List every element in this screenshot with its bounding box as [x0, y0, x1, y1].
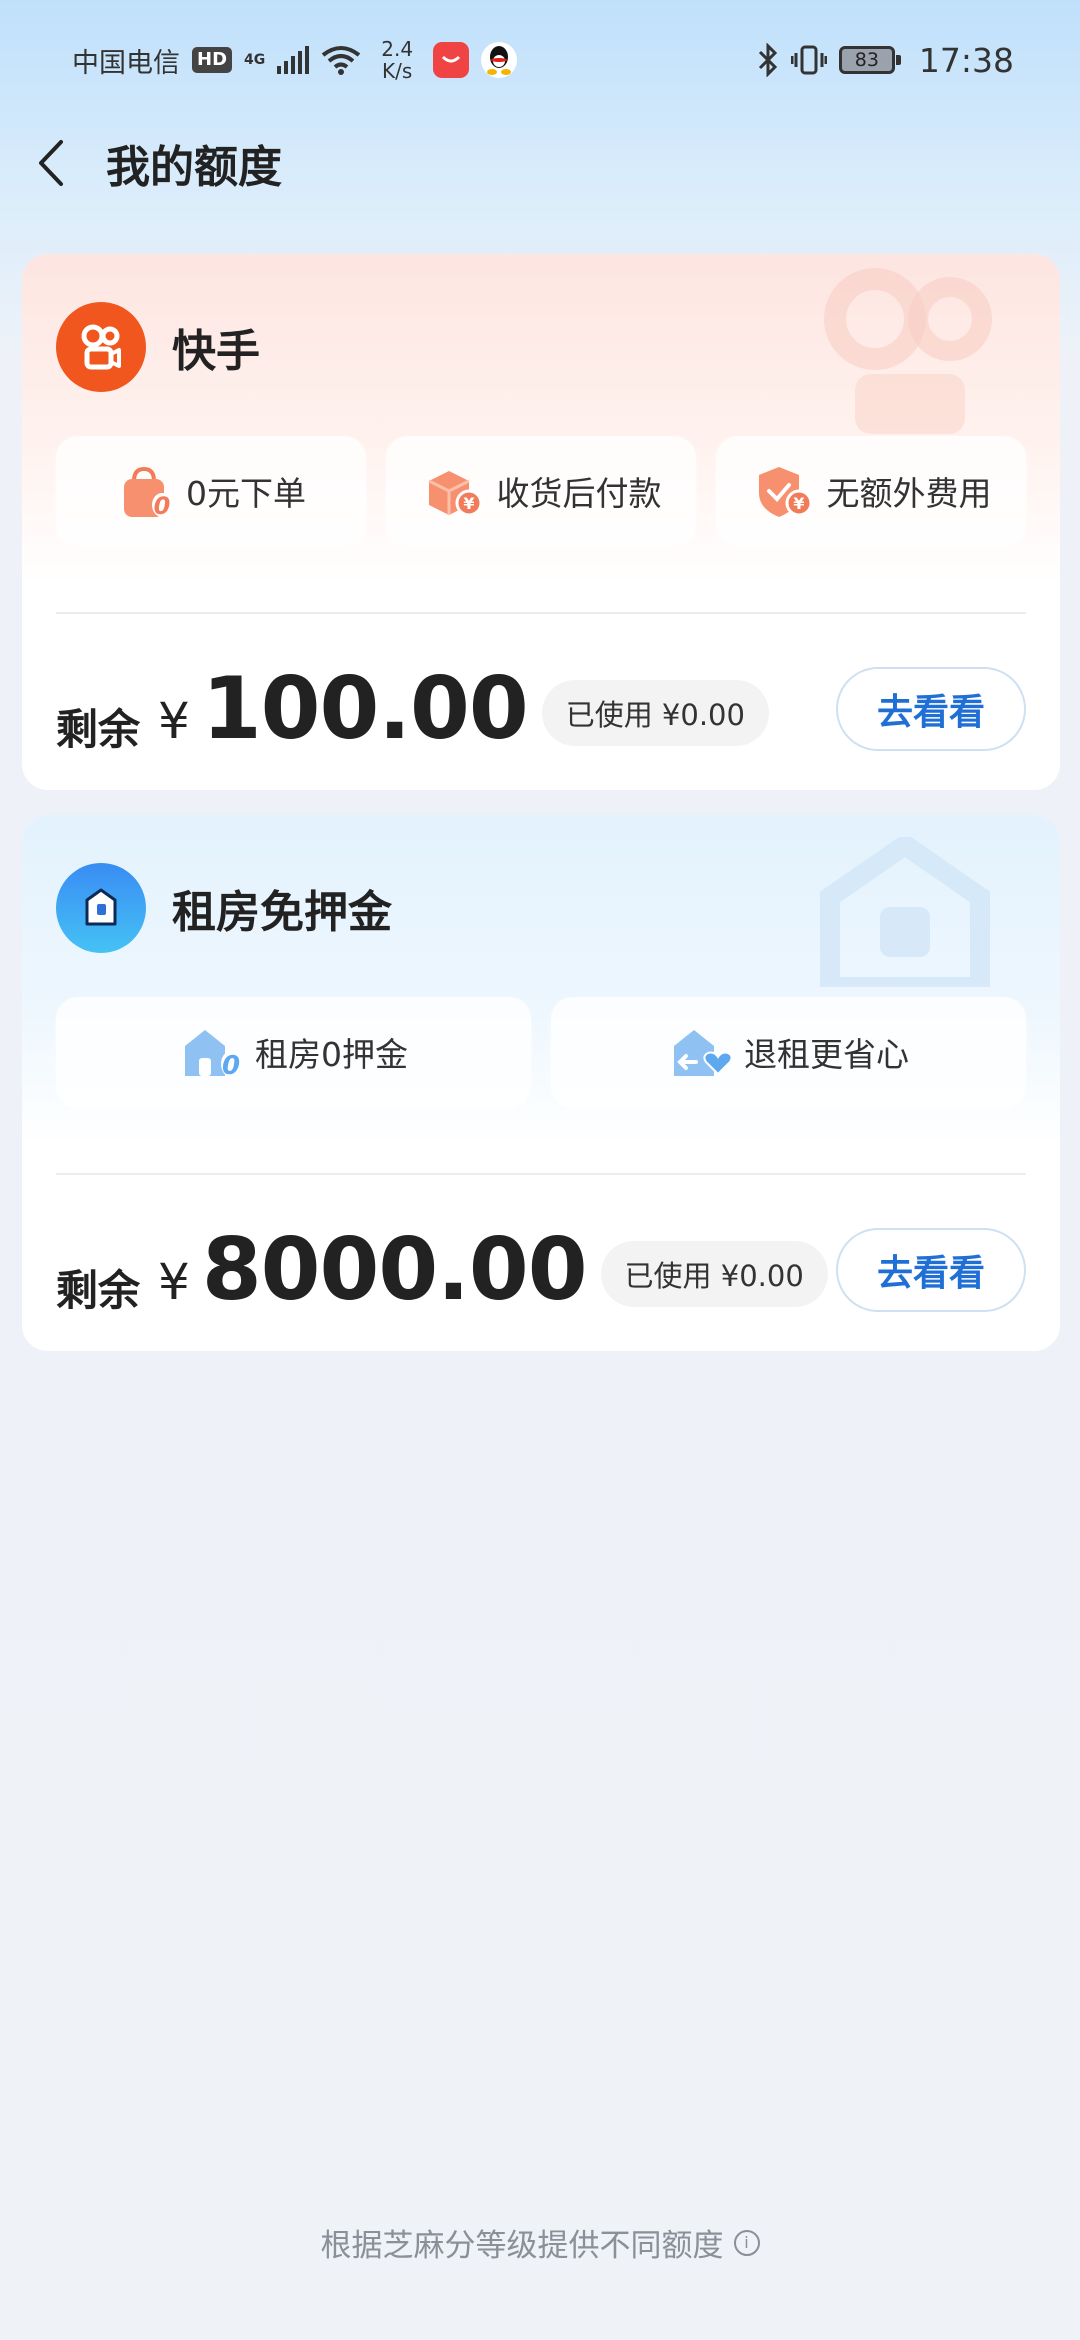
- feature-item: 0 0元下单: [56, 436, 366, 546]
- used-amount-badge: 已使用 ¥0.00: [541, 680, 769, 746]
- package-yen-icon: ¥: [427, 471, 482, 517]
- svg-text:0: 0: [222, 1051, 240, 1081]
- feature-label: 无额外费用: [826, 474, 992, 513]
- remaining-amount: 100.00: [201, 659, 529, 759]
- page-header: 我的额度: [0, 120, 1080, 206]
- svg-text:¥: ¥: [793, 494, 804, 513]
- card-header: 租房免押金: [56, 863, 392, 953]
- wifi-icon: [322, 46, 361, 75]
- battery-icon: 83: [838, 46, 901, 74]
- feature-label: 0元下单: [186, 474, 306, 513]
- amount-row: 剩余 ¥ 100.00 已使用 ¥0.00 去看看: [56, 654, 1026, 764]
- used-amount-badge: 已使用 ¥0.00: [600, 1241, 828, 1307]
- status-bar: 中国电信 HD 4G 2.4 K/s 83 17:38: [0, 0, 1080, 120]
- credit-card-kuaishou: 快手 0 0元下单 ¥ 收货后付款 ¥ 无额外费用 剩余 ¥ 100.00 已使…: [22, 254, 1060, 790]
- feature-item: ¥ 收货后付款: [386, 436, 696, 546]
- feature-label: 租房0押金: [255, 1035, 408, 1074]
- feature-item: ¥ 无额外费用: [716, 436, 1026, 546]
- clock: 17:38: [918, 40, 1014, 80]
- feature-item: 退租更省心: [551, 997, 1026, 1107]
- currency-symbol: ¥: [158, 692, 190, 750]
- info-icon[interactable]: i: [733, 2229, 760, 2256]
- feature-list: 0 租房0押金 退租更省心: [56, 997, 1026, 1107]
- svg-text:0: 0: [154, 492, 171, 520]
- feature-label: 退租更省心: [744, 1035, 909, 1074]
- vibrate-icon: [790, 45, 827, 75]
- battery-level: 83: [854, 49, 879, 71]
- remaining-label: 剩余: [56, 704, 141, 754]
- house-zero-icon: 0: [185, 1030, 241, 1081]
- feature-label: 收货后付款: [496, 474, 662, 513]
- net-speed-unit: K/s: [382, 59, 413, 83]
- currency-symbol: ¥: [158, 1253, 190, 1311]
- feature-item: 0 租房0押金: [56, 997, 531, 1107]
- card-title: 租房免押金: [172, 887, 392, 938]
- view-button[interactable]: 去看看: [836, 667, 1026, 751]
- remaining-label: 剩余: [56, 1265, 141, 1315]
- qq-icon: [481, 42, 518, 78]
- divider: [56, 612, 1026, 614]
- divider: [56, 1173, 1026, 1175]
- page-title: 我的额度: [106, 142, 282, 193]
- shield-yen-icon: ¥: [758, 467, 812, 517]
- hd-badge: HD: [192, 47, 233, 73]
- view-button[interactable]: 去看看: [836, 1228, 1026, 1312]
- card-title: 快手: [172, 326, 260, 377]
- kuaishou-watermark-icon: [824, 268, 992, 434]
- signal-icon: [277, 46, 310, 74]
- svg-text:¥: ¥: [463, 494, 474, 513]
- remaining-amount: 8000.00: [201, 1220, 588, 1320]
- carrier-label: 中国电信: [72, 47, 180, 79]
- network-type: 4G: [244, 52, 266, 68]
- back-button[interactable]: [30, 133, 70, 193]
- footer-note-text: 根据芝麻分等级提供不同额度: [320, 2228, 724, 2264]
- net-speed: 2.4 K/s: [381, 38, 413, 82]
- footer-note: 根据芝麻分等级提供不同额度 i: [0, 2220, 1080, 2265]
- amount-row: 剩余 ¥ 8000.00 已使用 ¥0.00 去看看: [56, 1215, 1026, 1325]
- house-watermark-icon: [820, 837, 990, 987]
- feature-list: 0 0元下单 ¥ 收货后付款 ¥ 无额外费用: [56, 436, 1026, 546]
- shopping-bag-icon: 0: [124, 466, 172, 520]
- chevron-left-icon: [39, 140, 63, 186]
- credit-card-rental: 租房免押金 0 租房0押金 退租更省心 剩余 ¥ 8000.00 已使用 ¥0.…: [22, 815, 1060, 1351]
- card-header: 快手: [56, 302, 260, 392]
- bluetooth-icon: [758, 43, 778, 77]
- rental-logo-icon: [56, 863, 146, 953]
- huawei-store-icon: [433, 42, 470, 78]
- net-speed-value: 2.4: [381, 37, 414, 61]
- house-heart-icon: [674, 1030, 733, 1076]
- kuaishou-logo-icon: [56, 302, 146, 392]
